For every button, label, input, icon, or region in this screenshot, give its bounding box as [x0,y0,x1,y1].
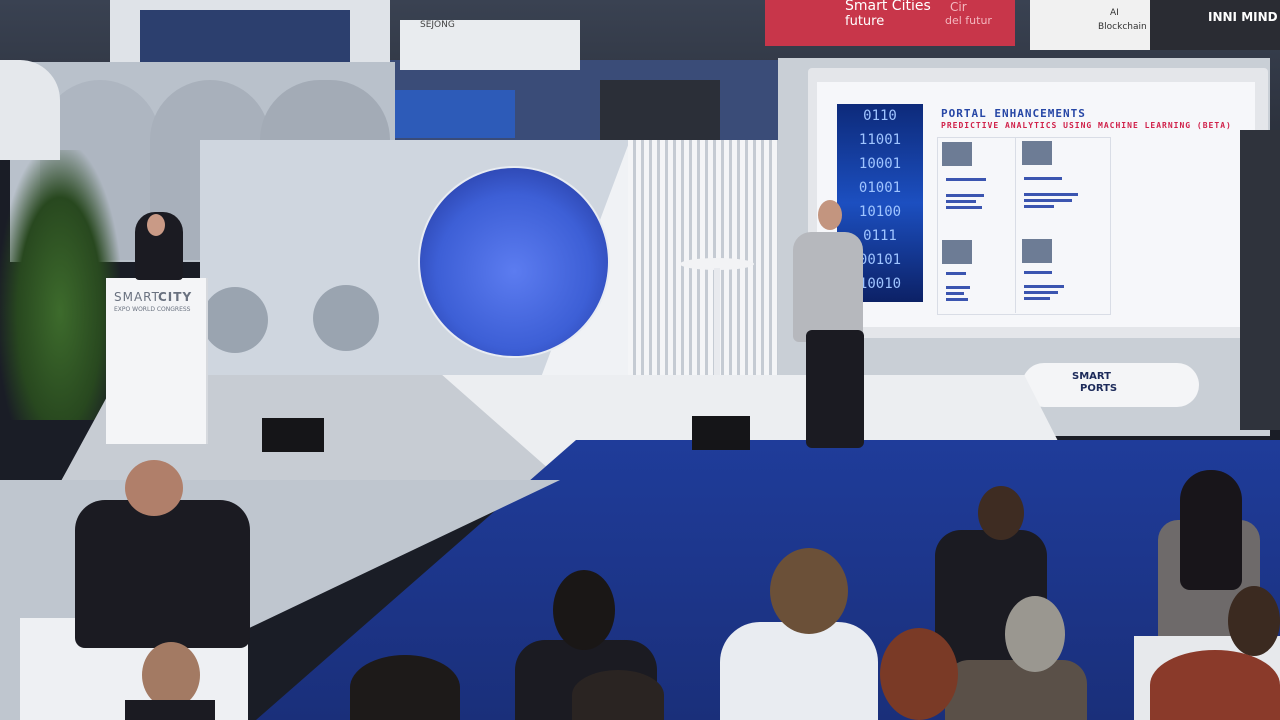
presentation-screen: 0110 11001 10001 01001 10100 0111 00101 … [817,82,1255,327]
smart-ports-logo-plate: SMART PORTS [1022,363,1199,407]
upper-wall-screen [140,10,350,62]
blue-circle-decoration [420,168,608,356]
bar [1024,297,1050,300]
logo-word2: PORTS [1080,383,1118,394]
stage-monitor-left [262,418,324,452]
binary-row: 0110 [863,108,897,124]
dashboard-panel-right [1015,137,1108,313]
audience-head [125,460,183,516]
bar [1024,193,1078,196]
decorative-plants [0,150,120,420]
inni-mind-sign: INNI MIND [1150,0,1280,50]
thumbnail-image [1022,239,1052,263]
audience-head [572,670,664,720]
left-background-vehicle [0,60,60,160]
audience-head [978,486,1024,540]
binary-row: 01001 [858,180,902,196]
audience-head [770,548,848,634]
audience-member [75,500,250,648]
porthole-left [202,287,268,353]
banner-faint-word: Cir [950,0,967,14]
bar [1024,205,1054,208]
bar [946,206,982,209]
bar [946,292,964,295]
bar [1024,291,1058,294]
audience-head [1005,596,1065,672]
smart-cities-banner: Smart Cities future Cir del futur [765,0,1015,46]
logo-word1: SMART [1072,371,1111,382]
right-edge-background [1240,130,1280,430]
blue-booth [395,90,515,138]
audience-head [142,642,200,708]
event-scene: SEJONG Smart Cities future Cir del futur… [0,0,1280,720]
bar [946,178,986,181]
thumbnail-image [942,142,972,166]
right-sign: AI Blockchain [1030,0,1150,50]
slide-subtitle: PREDICTIVE ANALYTICS USING MACHINE LEARN… [941,121,1232,130]
host-face [147,214,165,236]
binary-row: 11001 [858,132,902,148]
right-sign-line2: Blockchain [1098,22,1147,32]
podium-brand-word2: CITY [158,290,193,304]
banner-line1: Smart Cities [845,0,931,14]
bar [946,272,966,275]
binary-row: 10100 [858,204,902,220]
bar [946,286,970,289]
podium: SMART CITY EXPO WORLD CONGRESS [106,278,206,444]
booth-sign: SEJONG [400,20,580,70]
podium-brand-word1: SMART [114,290,160,304]
presenter-jacket [793,232,863,342]
bar [1024,285,1064,288]
podium-brand-sub: EXPO WORLD CONGRESS [114,306,191,313]
audience-member [125,700,215,720]
bar [1024,177,1062,180]
binary-row: 10001 [858,156,902,172]
audience-head [880,628,958,720]
audience-hair [1180,470,1242,590]
background-crowd [600,80,720,140]
banner-faint-line2: del futur [945,14,992,27]
bar [946,298,968,301]
slide-title: PORTAL ENHANCEMENTS [941,107,1086,120]
inni-mind-text: INNI MIND [1208,10,1278,24]
presenter-face [818,200,842,230]
banner-line2: future [845,14,885,29]
audience-head [1228,586,1280,656]
thumbnail-image [1022,141,1052,165]
right-sign-line1: AI [1110,8,1119,18]
porthole-right [313,285,379,351]
bar [946,194,984,197]
booth-sign-text: SEJONG [420,20,455,30]
bar [1024,199,1072,202]
audience-member [945,660,1087,720]
presenter-trousers [806,330,864,448]
thumbnail-image [942,240,972,264]
audience-head [1150,650,1280,720]
bar [946,200,976,203]
audience-head [350,655,460,720]
stage-monitor-right [692,416,750,450]
bar [1024,271,1052,274]
audience-member [720,622,878,720]
audience-head [553,570,615,650]
